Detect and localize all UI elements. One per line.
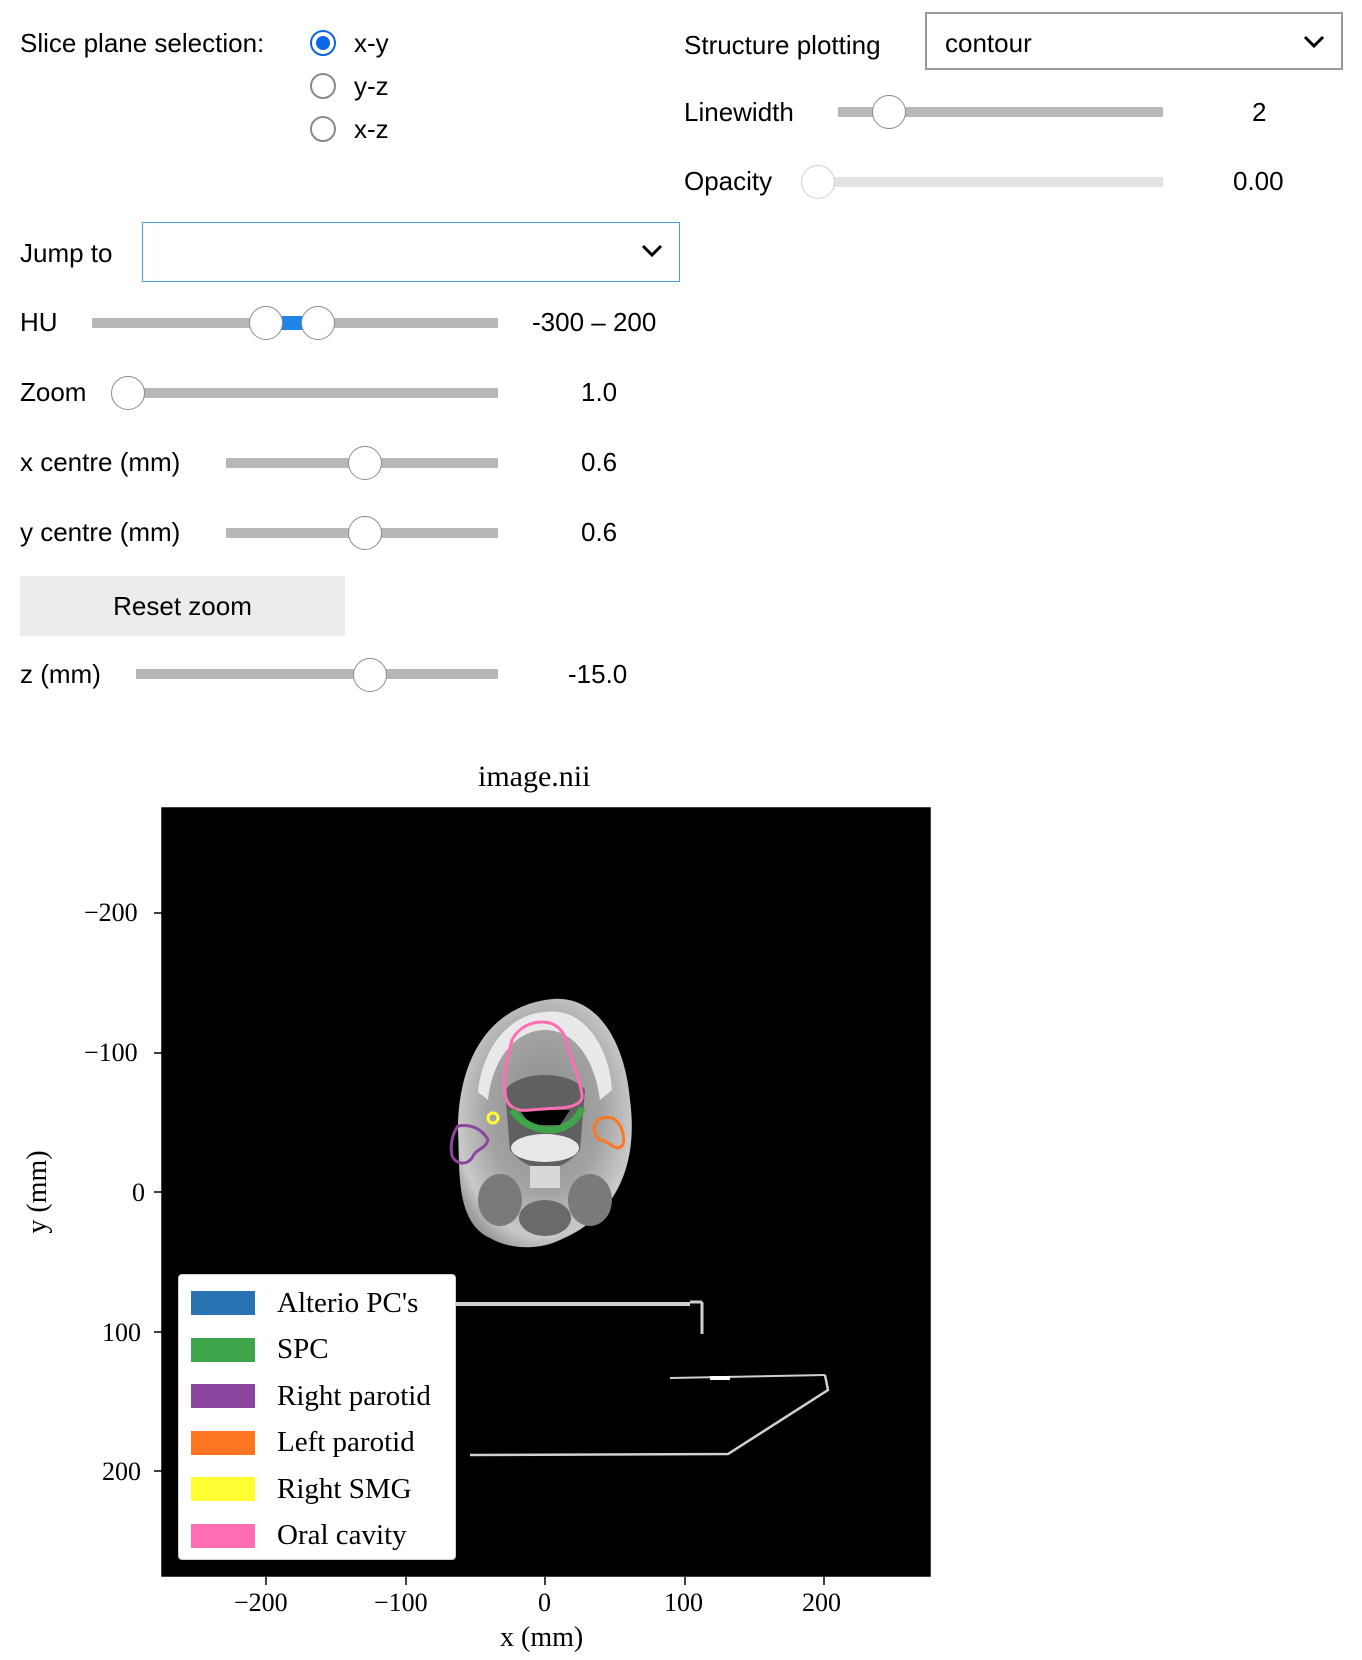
radio-option-x-z[interactable]: x-z	[310, 114, 389, 144]
legend-item: Right SMG	[191, 1471, 412, 1507]
z-slider-track[interactable]	[136, 669, 498, 679]
legend-item: Oral cavity	[191, 1518, 407, 1554]
linewidth-slider-handle[interactable]	[872, 95, 906, 129]
opacity-slider-handle[interactable]	[801, 165, 835, 199]
chevron-down-icon	[1303, 35, 1325, 49]
radio-label-y-z: y-z	[354, 71, 389, 101]
y-tick-label: 200	[102, 1457, 141, 1486]
radio-option-x-y[interactable]: x-y	[310, 28, 389, 58]
legend-item: Alterio PC's	[191, 1285, 418, 1321]
reset-zoom-button[interactable]: Reset zoom	[20, 576, 345, 636]
legend-item: SPC	[191, 1332, 329, 1368]
y-tick-label: −100	[84, 1038, 138, 1067]
legend-swatch	[191, 1430, 255, 1455]
radio-option-y-z[interactable]: y-z	[310, 71, 389, 101]
y-tick-label: 100	[102, 1318, 141, 1347]
x-centre-slider-handle[interactable]	[348, 446, 382, 480]
linewidth-value: 2	[1252, 97, 1267, 127]
structure-plotting-select[interactable]: contour	[925, 12, 1343, 70]
legend-item: Right parotid	[191, 1378, 431, 1414]
plot-title: image.nii	[478, 760, 591, 793]
legend-label: Alterio PC's	[277, 1286, 419, 1319]
y-centre-label: y centre (mm)	[20, 517, 181, 547]
legend-swatch	[191, 1477, 255, 1501]
plot-legend: Alterio PC's SPC Right parotid Left parotid…	[178, 1274, 456, 1560]
x-tick-label: −200	[234, 1588, 288, 1617]
slice-plane-label: Slice plane selection:	[20, 28, 265, 58]
hu-label: HU	[20, 307, 58, 337]
zoom-label: Zoom	[20, 377, 87, 407]
x-tick-label: −100	[374, 1588, 428, 1617]
y-centre-slider-handle[interactable]	[348, 516, 382, 550]
hu-slider-min-handle[interactable]	[249, 306, 283, 340]
y-tick-label: 0	[132, 1178, 145, 1207]
radio-label-x-y: x-y	[354, 28, 389, 58]
legend-swatch	[191, 1291, 255, 1315]
legend-label: Right parotid	[277, 1379, 431, 1412]
opacity-label: Opacity	[684, 166, 773, 196]
z-slider-handle[interactable]	[353, 658, 387, 692]
z-value: -15.0	[568, 659, 628, 689]
legend-swatch	[191, 1384, 255, 1408]
radio-button-y-z[interactable]	[310, 73, 336, 99]
x-centre-value: 0.6	[581, 447, 618, 477]
y-axis-label: y (mm)	[22, 1150, 53, 1234]
legend-swatch	[191, 1337, 255, 1362]
structure-plotting-label: Structure plotting	[684, 30, 881, 60]
x-centre-label: x centre (mm)	[20, 447, 181, 477]
opacity-value: 0.00	[1233, 166, 1284, 196]
chevron-down-icon	[641, 244, 663, 258]
hu-slider-max-handle[interactable]	[301, 306, 335, 340]
zoom-slider-handle[interactable]	[111, 376, 145, 410]
opacity-slider-track[interactable]	[804, 177, 1163, 187]
legend-label: SPC	[277, 1333, 329, 1365]
jump-to-select[interactable]	[142, 222, 680, 282]
legend-swatch	[191, 1523, 255, 1548]
legend-label: Right SMG	[277, 1472, 412, 1505]
x-tick-label: 200	[802, 1588, 841, 1617]
zoom-value: 1.0	[581, 377, 618, 407]
legend-label: Left parotid	[277, 1426, 415, 1458]
radio-label-x-z: x-z	[354, 114, 389, 144]
z-label: z (mm)	[20, 659, 101, 689]
hu-value: -300 – 200	[532, 307, 657, 337]
zoom-slider-track[interactable]	[128, 388, 498, 398]
jump-to-label: Jump to	[20, 238, 113, 268]
y-tick-label: −200	[84, 898, 138, 927]
legend-item: Left parotid	[191, 1425, 415, 1461]
radio-button-x-y[interactable]	[310, 30, 336, 56]
x-axis-label: x (mm)	[500, 1622, 584, 1653]
linewidth-label: Linewidth	[684, 97, 794, 127]
y-centre-value: 0.6	[581, 517, 618, 547]
x-tick-label: 100	[664, 1588, 703, 1617]
x-tick-label: 0	[538, 1588, 551, 1617]
legend-label: Oral cavity	[277, 1519, 407, 1551]
structure-plotting-value: contour	[945, 28, 1032, 58]
radio-button-x-z[interactable]	[310, 116, 336, 142]
